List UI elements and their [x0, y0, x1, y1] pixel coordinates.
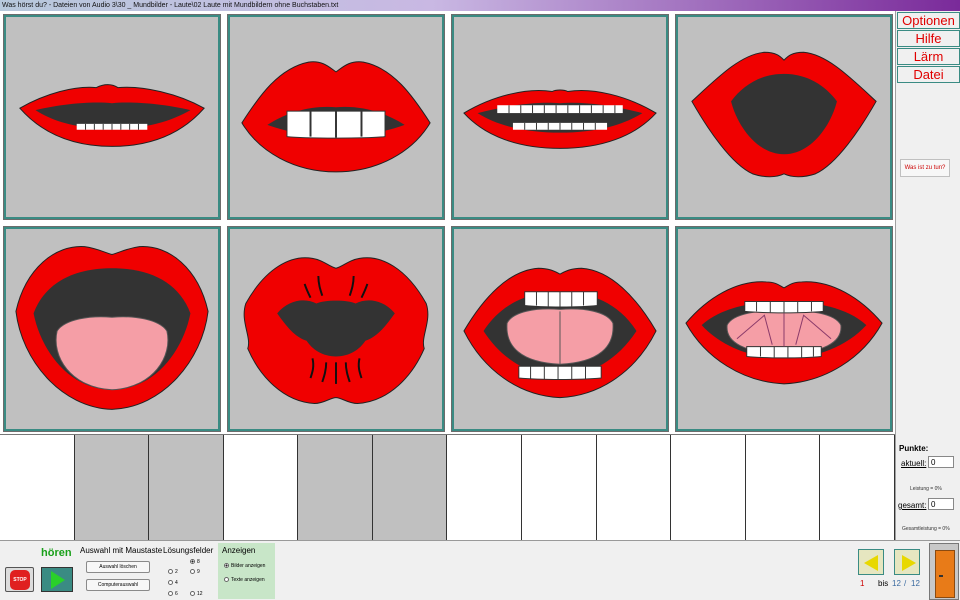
gesamt-field[interactable]: 0 — [928, 498, 954, 510]
loesungsfelder-radio-8[interactable]: 8 — [190, 559, 200, 565]
answer-slot-8[interactable] — [522, 435, 597, 541]
answer-slot-1[interactable] — [0, 435, 75, 541]
bottom-toolbar: hören STOP Auswahl mit Maustaste Auswahl… — [0, 540, 960, 600]
loesungsfelder-radio-9[interactable]: 9 — [190, 569, 200, 575]
hoeren-label: hören — [41, 547, 72, 559]
mouth-tile-6[interactable] — [227, 226, 445, 432]
mouth-tile-8[interactable] — [675, 226, 893, 432]
loesungsfelder-group: Lösungsfelder 8 2 9 4 6 12 — [163, 543, 217, 599]
side-menu: Optionen Hilfe Lärm Datei Was ist zu tun… — [895, 11, 960, 434]
page-from: 1 — [860, 579, 865, 588]
answer-slot-9[interactable] — [596, 435, 672, 541]
stop-button[interactable]: STOP — [5, 567, 34, 592]
door-icon — [935, 550, 955, 598]
gesamt-label: gesamt: — [898, 501, 927, 510]
play-icon — [51, 571, 65, 589]
score-panel: Punkte: aktuell: 0 Leistung = 0% gesamt:… — [895, 434, 960, 540]
page-total: 12 — [911, 579, 920, 588]
page-to: 12 — [892, 579, 901, 588]
auswahl-title: Auswahl mit Maustaste — [80, 546, 163, 555]
radio-selected-icon — [190, 559, 195, 565]
answer-slot-12[interactable] — [820, 435, 895, 541]
mouth-tile-7[interactable] — [451, 226, 669, 432]
exit-button[interactable] — [929, 543, 959, 600]
optionen-button[interactable]: Optionen — [897, 12, 960, 29]
computerauswahl-button[interactable]: Computerauswahl — [86, 579, 150, 591]
mouth-picture-grid — [0, 11, 895, 434]
answer-slot-2[interactable] — [74, 435, 150, 541]
mouth-round-o-image — [691, 51, 877, 178]
mouth-tile-5[interactable] — [3, 226, 221, 432]
leistung-text: Leistung = 0% — [910, 486, 942, 492]
mouth-wide-teeth-image — [463, 89, 657, 149]
mouth-tile-1[interactable] — [3, 14, 221, 220]
answer-slot-10[interactable] — [671, 435, 746, 541]
score-title: Punkte: — [899, 444, 929, 453]
answer-slot-3[interactable] — [149, 435, 224, 541]
loesungsfelder-title: Lösungsfelder — [163, 546, 214, 555]
anzeigen-title: Anzeigen — [222, 546, 256, 555]
arrow-right-icon — [902, 555, 916, 571]
auswahl-group: Auswahl mit Maustaste Auswahl löschen Co… — [80, 543, 162, 599]
mouth-tile-4[interactable] — [675, 14, 893, 220]
answer-slot-5[interactable] — [298, 435, 373, 541]
answer-slot-11[interactable] — [745, 435, 821, 541]
loesungsfelder-radio-12[interactable]: 12 — [190, 591, 203, 597]
radio-selected-icon — [224, 563, 229, 569]
answer-slots — [0, 434, 895, 541]
radio-icon — [168, 569, 173, 575]
mouth-tile-2[interactable] — [227, 14, 445, 220]
radio-icon — [190, 569, 195, 575]
auswahl-loeschen-button[interactable]: Auswahl löschen — [86, 561, 150, 573]
laerm-button[interactable]: Lärm — [897, 48, 960, 65]
radio-icon — [190, 591, 195, 597]
answer-slot-4[interactable] — [223, 435, 299, 541]
mouth-tongue-out-image — [15, 246, 209, 410]
mouth-pursed-image — [243, 257, 429, 405]
loesungsfelder-radio-4[interactable]: 4 — [168, 580, 178, 586]
page-slash: / — [904, 579, 907, 588]
answer-slot-6[interactable] — [372, 435, 448, 541]
radio-icon — [224, 577, 229, 583]
previous-button[interactable] — [858, 549, 884, 575]
arrow-left-icon — [864, 555, 878, 571]
gesamtleistung-text: Gesamtleistung = 0% — [902, 526, 950, 532]
mouth-tile-3[interactable] — [451, 14, 669, 220]
window-title: Was hörst du? - Dateien von Audio 3\30 _… — [0, 0, 960, 11]
anzeigen-group: Anzeigen Bilder anzeigen Texte anzeigen — [218, 543, 275, 599]
what-to-do-button[interactable]: Was ist zu tun? — [900, 159, 950, 177]
loesungsfelder-radio-6[interactable]: 6 — [168, 591, 178, 597]
radio-icon — [168, 580, 173, 586]
play-button[interactable] — [41, 567, 73, 592]
page-bis-label: bis — [878, 579, 889, 588]
mouth-open-teeth-image — [241, 61, 431, 173]
datei-button[interactable]: Datei — [897, 66, 960, 83]
aktuell-label: aktuell: — [901, 459, 927, 468]
mouth-open-tongue-teeth-image — [685, 281, 883, 385]
answer-slot-7[interactable] — [447, 435, 523, 541]
radio-icon — [168, 591, 173, 597]
hilfe-button[interactable]: Hilfe — [897, 30, 960, 47]
next-button[interactable] — [894, 549, 920, 575]
bilder-anzeigen-radio[interactable]: Bilder anzeigen — [224, 563, 265, 569]
texte-anzeigen-radio[interactable]: Texte anzeigen — [224, 577, 265, 583]
mouth-wide-smile-image — [19, 84, 205, 147]
stop-icon: STOP — [10, 570, 30, 590]
mouth-open-tongue-image — [463, 267, 657, 399]
aktuell-field[interactable]: 0 — [928, 456, 954, 468]
loesungsfelder-radio-2[interactable]: 2 — [168, 569, 178, 575]
